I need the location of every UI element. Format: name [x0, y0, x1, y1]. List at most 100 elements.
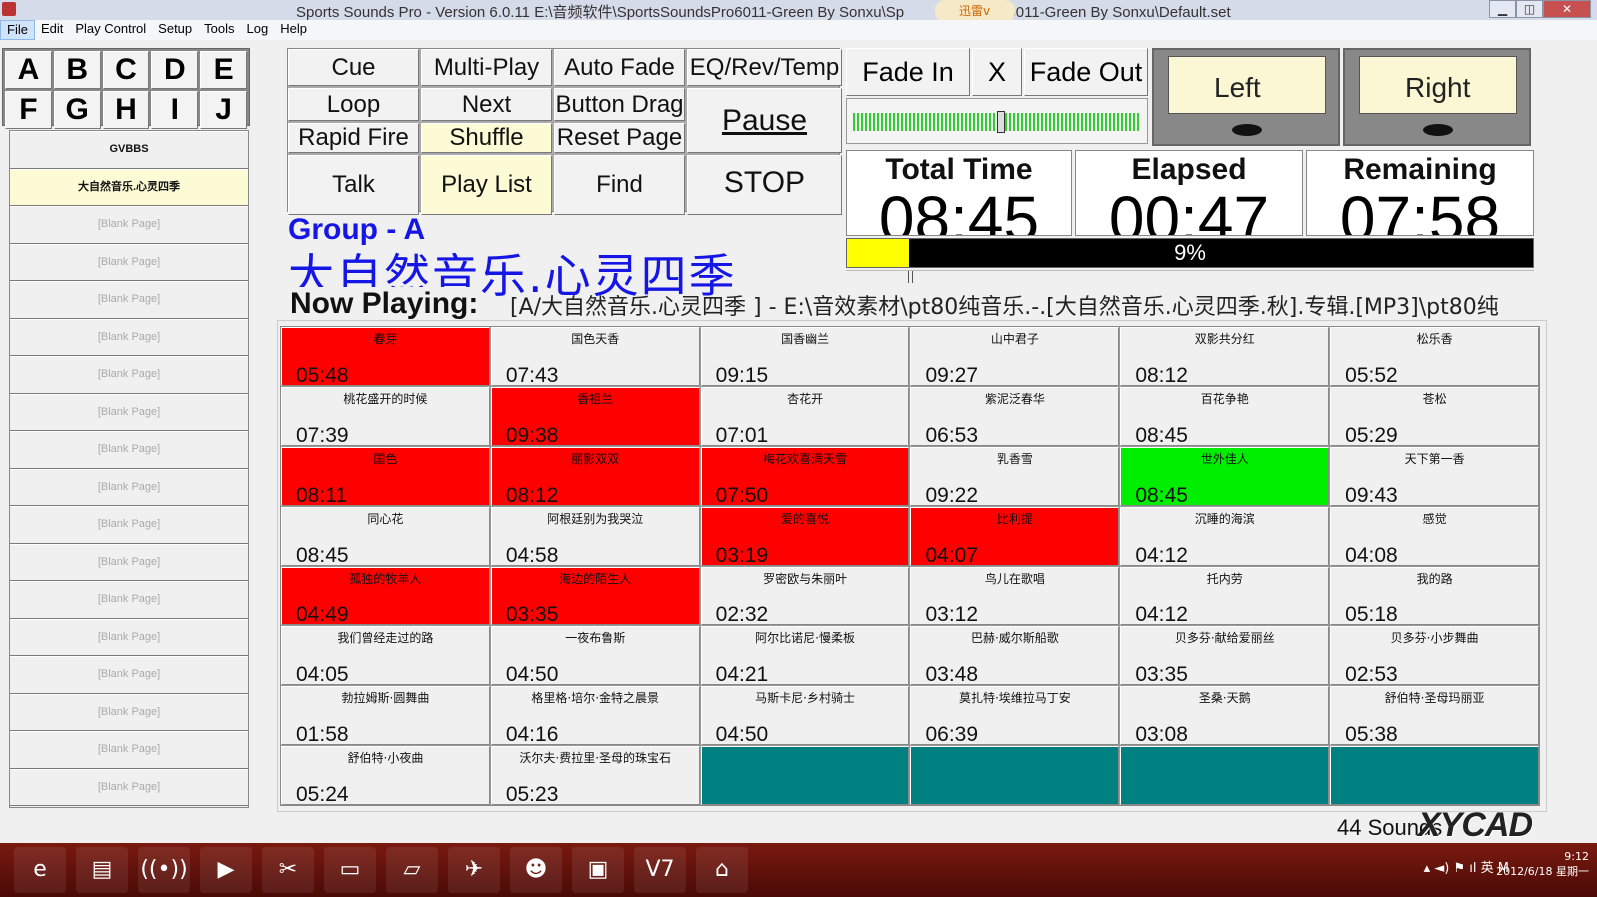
fade-in-button[interactable]: Fade In: [846, 48, 970, 96]
sound-button[interactable]: [910, 746, 1120, 805]
sound-button[interactable]: 杏花开 07:01: [700, 386, 910, 446]
multi-play-button[interactable]: Multi-Play: [421, 49, 552, 86]
sound-button[interactable]: 感觉 04:08: [1330, 506, 1539, 566]
close-button[interactable]: ✕: [1543, 0, 1591, 18]
page-item[interactable]: [Blank Page]: [10, 468, 248, 506]
eq-rev-temp-button[interactable]: EQ/Rev/Temp: [687, 49, 842, 86]
sound-button[interactable]: 马斯卡尼·乡村骑士 04:50: [700, 686, 910, 746]
menu-help[interactable]: Help: [274, 20, 313, 40]
page-item[interactable]: [Blank Page]: [10, 506, 248, 544]
sound-button[interactable]: 爱的喜悦 03:19: [700, 506, 910, 566]
sound-button[interactable]: 紫泥泛春华 06:53: [910, 386, 1120, 446]
page-item[interactable]: [Blank Page]: [10, 393, 248, 431]
sound-button[interactable]: 舒伯特·圣母玛丽亚 05:38: [1330, 686, 1539, 746]
find-button[interactable]: Find: [554, 155, 685, 215]
sound-button[interactable]: 百花争艳 08:45: [1120, 386, 1330, 446]
sound-button[interactable]: 比利提 04:07: [910, 506, 1120, 566]
menu-setup[interactable]: Setup: [152, 20, 198, 40]
page-item[interactable]: [Blank Page]: [10, 431, 248, 469]
sound-button[interactable]: 阿根廷别为我哭泣 04:58: [490, 506, 700, 566]
sound-button[interactable]: 丽影双双 08:12: [490, 446, 700, 506]
volume-slider[interactable]: [846, 98, 1148, 144]
page-item[interactable]: [Blank Page]: [10, 768, 248, 806]
sound-button[interactable]: 梅花欢喜满天雪 07:50: [700, 446, 910, 506]
group-button-b[interactable]: B: [53, 51, 101, 89]
sound-button[interactable]: 国香幽兰 09:15: [700, 327, 910, 386]
page-item[interactable]: [Blank Page]: [10, 581, 248, 619]
sound-button[interactable]: 海边的陌生人 03:35: [490, 566, 700, 626]
sports-sounds-icon[interactable]: ⌂: [696, 847, 748, 893]
sound-button[interactable]: 同心花 08:45: [281, 506, 490, 566]
menu-play-control[interactable]: Play Control: [69, 20, 152, 40]
shuffle-button[interactable]: Shuffle: [421, 123, 552, 153]
sound-button[interactable]: 我的路 05:18: [1330, 566, 1539, 626]
sound-button[interactable]: 世外佳人 08:45: [1120, 446, 1330, 506]
sound-button[interactable]: 勃拉姆斯·圆舞曲 01:58: [281, 686, 490, 746]
menu-edit[interactable]: Edit: [35, 20, 69, 40]
computer-icon[interactable]: ▭: [324, 847, 376, 893]
sound-button[interactable]: 格里格·培尔·金特之晨景 04:16: [490, 686, 700, 746]
page-item[interactable]: [Blank Page]: [10, 206, 248, 244]
sound-button[interactable]: 舒伯特·小夜曲 05:24: [281, 746, 490, 805]
page-item[interactable]: [Blank Page]: [10, 356, 248, 394]
sound-button[interactable]: 桃花盛开的时候 07:39: [281, 386, 490, 446]
notepad-icon[interactable]: ▱: [386, 847, 438, 893]
group-button-d[interactable]: D: [151, 51, 199, 89]
sound-button[interactable]: 乳香雪 09:22: [910, 446, 1120, 506]
sound-button[interactable]: [1120, 746, 1330, 805]
sound-button[interactable]: 罗密欧与朱丽叶 02:32: [700, 566, 910, 626]
sound-button[interactable]: 巴赫·威尔斯船歌 03:48: [910, 626, 1120, 686]
qq-icon[interactable]: ☻: [510, 847, 562, 893]
next-button[interactable]: Next: [421, 88, 552, 121]
sound-button[interactable]: 我们曾经走过的路 04:05: [281, 626, 490, 686]
page-item[interactable]: [Blank Page]: [10, 693, 248, 731]
menu-log[interactable]: Log: [241, 20, 275, 40]
sound-button[interactable]: 孤独的牧羊人 04:49: [281, 566, 490, 626]
group-button-j[interactable]: J: [200, 91, 247, 129]
network-icon[interactable]: ((•)): [138, 847, 190, 893]
folder-icon[interactable]: ▤: [76, 847, 128, 893]
clock-date[interactable]: 2012/6/18 星期一: [1496, 864, 1589, 879]
loop-button[interactable]: Loop: [288, 88, 419, 121]
group-button-g[interactable]: G: [53, 91, 101, 129]
stop-button[interactable]: STOP: [687, 155, 842, 215]
button-drag-button[interactable]: Button Drag: [554, 88, 685, 121]
sound-button[interactable]: 国色天香 07:43: [490, 327, 700, 386]
minimize-button[interactable]: ▁: [1489, 0, 1516, 18]
sound-button[interactable]: 贝多芬·献给爱丽丝 03:35: [1120, 626, 1330, 686]
sound-button[interactable]: 莫扎特·埃维拉马丁安 06:39: [910, 686, 1120, 746]
page-item[interactable]: [Blank Page]: [10, 281, 248, 319]
tray-icons[interactable]: ▴ ◄) ⚑ ıl 英 M: [1424, 857, 1509, 876]
menu-file[interactable]: File: [0, 20, 35, 40]
sound-button[interactable]: 苍松 05:29: [1330, 386, 1539, 446]
sound-button[interactable]: 一夜布鲁斯 04:50: [490, 626, 700, 686]
sound-button[interactable]: [700, 746, 910, 805]
app-icon[interactable]: [2, 2, 16, 16]
page-item[interactable]: 大自然音乐.心灵四季: [10, 168, 248, 206]
sound-button[interactable]: 国色 08:11: [281, 446, 490, 506]
page-item[interactable]: [Blank Page]: [10, 656, 248, 694]
sound-button[interactable]: 双影共分红 08:12: [1120, 327, 1330, 386]
sound-button[interactable]: 松乐香 05:52: [1330, 327, 1539, 386]
sound-button[interactable]: 天下第一香 09:43: [1330, 446, 1539, 506]
pause-button[interactable]: Pause: [687, 88, 842, 153]
scrub-marker[interactable]: [908, 271, 913, 283]
sound-button[interactable]: 贝多芬·小步舞曲 02:53: [1330, 626, 1539, 686]
v7-icon[interactable]: V7: [634, 847, 686, 893]
sound-button[interactable]: 托内劳 04:12: [1120, 566, 1330, 626]
scrub-bar[interactable]: [846, 270, 1534, 283]
group-button-c[interactable]: C: [102, 51, 150, 89]
group-button-e[interactable]: E: [200, 51, 247, 89]
fade-out-button[interactable]: Fade Out: [1024, 48, 1148, 96]
sound-button[interactable]: 沉睡的海滨 04:12: [1120, 506, 1330, 566]
clock-time[interactable]: 9:12: [1496, 849, 1589, 864]
rapid-fire-button[interactable]: Rapid Fire: [288, 123, 419, 153]
menu-tools[interactable]: Tools: [198, 20, 240, 40]
reset-page-button[interactable]: Reset Page: [554, 123, 685, 153]
sound-button[interactable]: 山中君子 09:27: [910, 327, 1120, 386]
fade-cancel-button[interactable]: X: [972, 48, 1022, 96]
sound-button[interactable]: 圣桑·天鹅 03:08: [1120, 686, 1330, 746]
page-item[interactable]: [Blank Page]: [10, 731, 248, 769]
play-list-button[interactable]: Play List: [421, 155, 552, 215]
talk-button[interactable]: Talk: [288, 155, 419, 215]
